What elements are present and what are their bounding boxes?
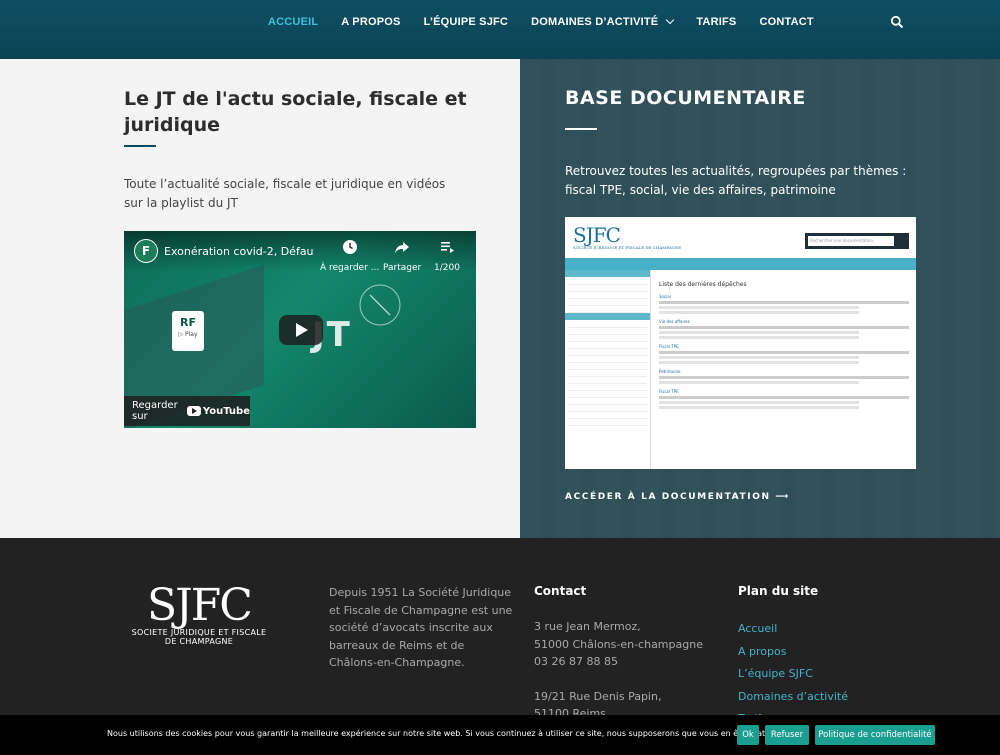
share-button[interactable]: Partager bbox=[383, 239, 421, 273]
playlist-button[interactable]: 1/200 bbox=[434, 239, 460, 273]
screenshot-category: Patrimoine bbox=[659, 369, 681, 374]
base-description: Retrouvez toutes les actualités, regroup… bbox=[565, 164, 907, 197]
contact-address: 19/21 Rue Denis Papin, bbox=[534, 689, 662, 703]
channel-avatar[interactable]: F bbox=[134, 239, 158, 263]
screenshot-logo: SJFC SOCIETE JURIDIQUE ET FISCALE DE CHAM… bbox=[573, 223, 681, 250]
cookie-ok-button[interactable]: Ok bbox=[737, 725, 759, 745]
playlist-count: 1/200 bbox=[434, 263, 460, 273]
cookie-message: Nous utilisons des cookies pour vous gar… bbox=[107, 729, 788, 738]
youtube-wordmark: YouTube bbox=[202, 405, 250, 417]
cookie-refuse-button[interactable]: Refuser bbox=[765, 725, 809, 745]
title-divider bbox=[565, 128, 597, 130]
youtube-logo: YouTube bbox=[186, 405, 250, 417]
screenshot-category: Fiscal TPE bbox=[659, 389, 679, 394]
screenshot-sidebar-header bbox=[565, 270, 650, 277]
nav-menu: ACCUEIL A PROPOS L’ÉQUIPE SJFC DOMAINES … bbox=[268, 0, 837, 44]
privacy-policy-button[interactable]: Politique de confidentialité bbox=[815, 725, 935, 745]
screenshot-category: Vie des affaires bbox=[659, 319, 690, 324]
nav-item-contact[interactable]: CONTACT bbox=[759, 16, 813, 28]
screenshot-logo-text: SJFC bbox=[573, 223, 621, 247]
watch-later-button[interactable]: À regarder ... bbox=[320, 239, 379, 273]
footer-plan-title: Plan du site bbox=[738, 584, 819, 598]
play-button[interactable] bbox=[279, 315, 323, 345]
logo-subtitle: DE CHAMPAGNE bbox=[164, 637, 234, 646]
watch-on-label: Regarder sur bbox=[132, 400, 178, 422]
screenshot-header-bar bbox=[565, 258, 916, 270]
compass-icon bbox=[359, 284, 401, 326]
logo-subtitle: SOCIETE JURIDIQUE ET FISCALE bbox=[131, 628, 267, 637]
nav-item-tarifs[interactable]: TARIFS bbox=[696, 16, 736, 28]
footer-contact-title: Contact bbox=[534, 584, 587, 598]
nav-label: A PROPOS bbox=[341, 16, 401, 28]
jt-description: Toute l’actualité sociale, fiscale et ju… bbox=[124, 177, 446, 210]
nav-item-accueil[interactable]: ACCUEIL bbox=[268, 16, 318, 28]
nav-item-a-propos[interactable]: A PROPOS bbox=[341, 16, 400, 28]
nav-label: TARIFS bbox=[696, 16, 737, 28]
nav-label: ACCUEIL bbox=[268, 16, 319, 28]
screenshot-sidebar-header bbox=[565, 313, 650, 320]
youtube-icon bbox=[186, 406, 201, 416]
footer-link-a-propos[interactable]: A propos bbox=[738, 641, 848, 664]
screenshot-logo-sub: SOCIETE JURIDIQUE ET FISCALE DE CHAMPAGN… bbox=[573, 245, 682, 250]
share-icon bbox=[395, 242, 410, 253]
playlist-icon bbox=[440, 242, 454, 253]
screenshot-search: Rechercher une documentation bbox=[805, 233, 909, 249]
chevron-down-icon bbox=[666, 15, 675, 25]
nav-label: DOMAINES D’ACTIVITÉ bbox=[531, 16, 659, 28]
nav-label: CONTACT bbox=[759, 16, 814, 28]
footer-about: Depuis 1951 La Société Juridique et Fisc… bbox=[329, 586, 513, 669]
screenshot-sidebar bbox=[565, 270, 651, 469]
screenshot-search-text: Rechercher une documentation bbox=[808, 236, 894, 246]
footer-link-equipe[interactable]: L’équipe SJFC bbox=[738, 663, 848, 686]
top-navigation: ACCUEIL A PROPOS L’ÉQUIPE SJFC DOMAINES … bbox=[0, 0, 1000, 59]
base-documentaire-section: BASE DOCUMENTAIRE Retrouvez toutes les a… bbox=[520, 59, 1000, 538]
search-icon[interactable] bbox=[890, 15, 904, 29]
footer-contact: 3 rue Jean Mermoz, 51000 Châlons-en-cham… bbox=[534, 618, 714, 723]
watch-on-youtube-button[interactable]: Regarder sur YouTube bbox=[124, 396, 250, 426]
nav-item-equipe[interactable]: L’ÉQUIPE SJFC bbox=[424, 16, 509, 28]
jt-section: Le JT de l'actu sociale, fiscale et juri… bbox=[0, 59, 520, 538]
video-title[interactable]: Exonération covid-2, Défaut... bbox=[164, 245, 314, 258]
watch-later-label: À regarder ... bbox=[320, 263, 380, 273]
screenshot-category: Fiscal TPE bbox=[659, 344, 679, 349]
contact-address: 3 rue Jean Mermoz, bbox=[534, 620, 641, 633]
rf-play-logo: RF ▷ Play bbox=[172, 311, 204, 351]
contact-city: 51000 Châlons-en-champagne bbox=[534, 637, 703, 651]
share-label: Partager bbox=[383, 263, 422, 273]
access-documentation-link[interactable]: ACCÉDER À LA DOCUMENTATION ⟶ bbox=[565, 492, 790, 502]
logo-wordmark: SJFC bbox=[147, 580, 253, 631]
screenshot-list-title: Liste des dernières dépêches bbox=[659, 281, 747, 288]
cookie-banner: Nous utilisons des cookies pour vous gar… bbox=[0, 715, 1000, 755]
documentation-screenshot[interactable]: SJFC SOCIETE JURIDIQUE ET FISCALE DE CHAM… bbox=[565, 217, 916, 469]
nav-label: L’ÉQUIPE SJFC bbox=[423, 16, 509, 28]
nav-item-domaines[interactable]: DOMAINES D’ACTIVITÉ bbox=[531, 15, 675, 28]
footer-link-domaines[interactable]: Domaines d’activité bbox=[738, 686, 848, 709]
base-title: BASE DOCUMENTAIRE bbox=[565, 87, 806, 109]
title-divider bbox=[124, 145, 156, 147]
youtube-video-embed[interactable]: F Exonération covid-2, Défaut... À regar… bbox=[124, 231, 476, 428]
screenshot-category: Social bbox=[659, 294, 671, 299]
sjfc-logo: SJFC SOCIETE JURIDIQUE ET FISCALE DE CHA… bbox=[124, 580, 274, 647]
contact-phone[interactable]: 03 26 87 88 85 bbox=[534, 653, 714, 671]
screenshot-main: Liste des dernières dépêches Social Vie … bbox=[659, 277, 909, 409]
rf-logo-sub: ▷ Play bbox=[178, 331, 198, 338]
rf-logo-text: RF bbox=[180, 316, 196, 329]
clock-icon bbox=[342, 240, 357, 254]
jt-title: Le JT de l'actu sociale, fiscale et juri… bbox=[124, 88, 467, 136]
footer-link-accueil[interactable]: Accueil bbox=[738, 618, 848, 641]
